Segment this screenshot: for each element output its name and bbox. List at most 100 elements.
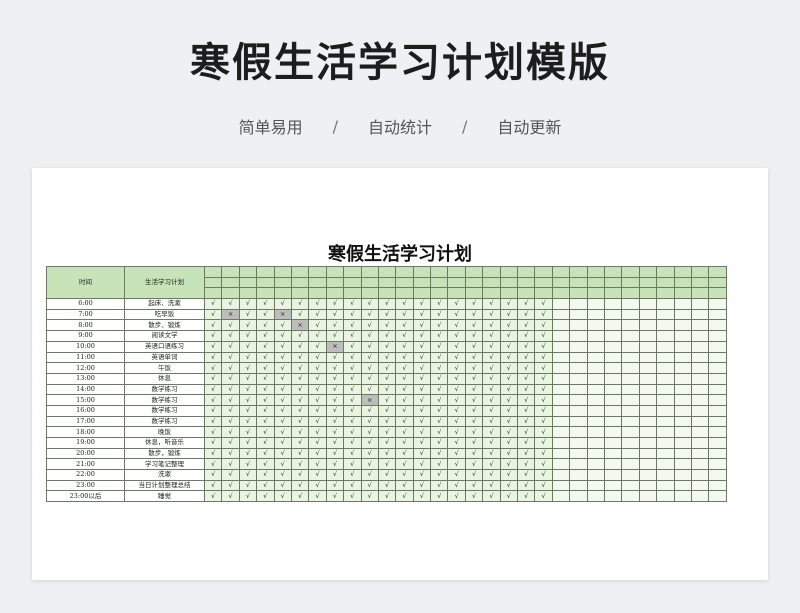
empty-day-cell[interactable] <box>656 415 675 428</box>
day-header-cell[interactable] <box>360 276 379 289</box>
check-mark-cell[interactable]: √ <box>395 351 414 364</box>
check-mark-cell[interactable]: √ <box>238 330 258 342</box>
day-header-cell[interactable] <box>343 266 362 278</box>
check-mark-cell[interactable]: √ <box>534 394 553 406</box>
empty-day-cell[interactable] <box>638 458 658 471</box>
activity-cell[interactable]: 数学练习 <box>124 404 205 417</box>
check-mark-cell[interactable]: √ <box>360 298 379 310</box>
check-mark-cell[interactable]: √ <box>482 426 501 438</box>
check-mark-cell[interactable]: √ <box>377 458 397 471</box>
day-header-cell[interactable] <box>395 266 414 278</box>
day-header-cell[interactable] <box>464 276 484 289</box>
empty-day-cell[interactable] <box>621 469 640 481</box>
check-mark-cell[interactable]: √ <box>360 479 379 492</box>
check-mark-cell[interactable]: √ <box>203 372 223 385</box>
check-mark-cell[interactable]: √ <box>256 340 275 353</box>
activity-cell[interactable]: 洗漱 <box>124 469 205 481</box>
check-mark-cell[interactable]: √ <box>325 404 345 417</box>
day-header-cell[interactable] <box>447 276 466 289</box>
empty-day-cell[interactable] <box>673 383 692 396</box>
empty-day-cell[interactable] <box>551 490 571 503</box>
empty-day-cell[interactable] <box>673 298 692 310</box>
empty-day-cell[interactable] <box>569 426 588 438</box>
empty-day-cell[interactable] <box>569 437 588 449</box>
check-mark-cell[interactable]: √ <box>482 415 501 428</box>
check-mark-cell[interactable]: √ <box>273 469 292 481</box>
check-mark-cell[interactable]: √ <box>238 362 258 374</box>
day-header-cell[interactable] <box>412 266 432 278</box>
check-mark-cell[interactable]: √ <box>203 351 223 364</box>
check-mark-cell[interactable]: √ <box>308 415 327 428</box>
check-mark-cell[interactable]: √ <box>482 372 501 385</box>
check-mark-cell[interactable]: √ <box>203 469 223 481</box>
check-mark-cell[interactable]: √ <box>430 447 449 460</box>
check-mark-cell[interactable]: √ <box>221 490 240 503</box>
day-header-cell[interactable] <box>377 287 397 300</box>
check-mark-cell[interactable]: √ <box>256 490 275 503</box>
empty-day-cell[interactable] <box>603 415 623 428</box>
activity-cell[interactable]: 休息，听音乐 <box>124 437 205 449</box>
day-header-cell[interactable] <box>551 287 571 300</box>
check-mark-cell[interactable]: √ <box>343 330 362 342</box>
check-mark-cell[interactable]: √ <box>430 415 449 428</box>
time-cell[interactable]: 7:00 <box>46 308 125 321</box>
empty-day-cell[interactable] <box>638 372 658 385</box>
empty-day-cell[interactable] <box>708 437 727 449</box>
check-mark-cell[interactable]: √ <box>499 383 519 396</box>
check-mark-cell[interactable]: √ <box>325 437 345 449</box>
check-mark-cell[interactable]: √ <box>430 437 449 449</box>
check-mark-cell[interactable]: √ <box>395 458 414 471</box>
day-header-cell[interactable] <box>221 266 240 278</box>
check-mark-cell[interactable]: √ <box>325 372 345 385</box>
check-mark-cell[interactable]: √ <box>464 351 484 364</box>
check-mark-cell[interactable]: √ <box>447 319 466 332</box>
check-mark-cell[interactable]: √ <box>343 298 362 310</box>
activity-cell[interactable]: 数学练习 <box>124 383 205 396</box>
activity-cell[interactable]: 学习笔记整理 <box>124 458 205 471</box>
check-mark-cell[interactable]: √ <box>447 383 466 396</box>
check-mark-cell[interactable]: √ <box>290 426 310 438</box>
check-mark-cell[interactable]: √ <box>534 479 553 492</box>
check-mark-cell[interactable]: √ <box>256 330 275 342</box>
empty-day-cell[interactable] <box>690 383 710 396</box>
check-mark-cell[interactable]: √ <box>395 479 414 492</box>
check-mark-cell[interactable]: √ <box>430 426 449 438</box>
empty-day-cell[interactable] <box>708 330 727 342</box>
empty-day-cell[interactable] <box>708 447 727 460</box>
day-header-cell[interactable] <box>273 276 292 289</box>
empty-day-cell[interactable] <box>656 330 675 342</box>
activity-cell[interactable]: 吃早饭 <box>124 308 205 321</box>
check-mark-cell[interactable]: √ <box>499 479 519 492</box>
empty-day-cell[interactable] <box>551 458 571 471</box>
empty-day-cell[interactable] <box>603 330 623 342</box>
check-mark-cell[interactable]: √ <box>273 458 292 471</box>
check-mark-cell[interactable]: √ <box>273 490 292 503</box>
empty-day-cell[interactable] <box>621 479 640 492</box>
check-mark-cell[interactable]: √ <box>447 437 466 449</box>
check-mark-cell[interactable]: √ <box>412 362 432 374</box>
check-mark-cell[interactable]: √ <box>221 415 240 428</box>
empty-day-cell[interactable] <box>586 479 605 492</box>
check-mark-cell[interactable]: √ <box>534 458 553 471</box>
time-cell[interactable]: 22:00 <box>46 469 125 481</box>
check-mark-cell[interactable]: √ <box>308 298 327 310</box>
check-mark-cell[interactable]: √ <box>534 469 553 481</box>
check-mark-cell[interactable]: √ <box>273 362 292 374</box>
check-mark-cell[interactable]: √ <box>534 447 553 460</box>
empty-day-cell[interactable] <box>656 298 675 310</box>
empty-day-cell[interactable] <box>673 426 692 438</box>
empty-day-cell[interactable] <box>708 490 727 503</box>
check-mark-cell[interactable]: √ <box>308 340 327 353</box>
empty-day-cell[interactable] <box>690 394 710 406</box>
check-mark-cell[interactable]: √ <box>482 383 501 396</box>
day-header-cell[interactable] <box>325 276 345 289</box>
empty-day-cell[interactable] <box>603 437 623 449</box>
empty-day-cell[interactable] <box>656 404 675 417</box>
check-mark-cell[interactable]: √ <box>256 447 275 460</box>
check-mark-cell[interactable]: √ <box>325 330 345 342</box>
check-mark-cell[interactable]: √ <box>308 362 327 374</box>
check-mark-cell[interactable]: √ <box>256 426 275 438</box>
day-header-cell[interactable] <box>517 266 536 278</box>
check-mark-cell[interactable]: √ <box>203 394 223 406</box>
check-mark-cell[interactable]: √ <box>482 394 501 406</box>
